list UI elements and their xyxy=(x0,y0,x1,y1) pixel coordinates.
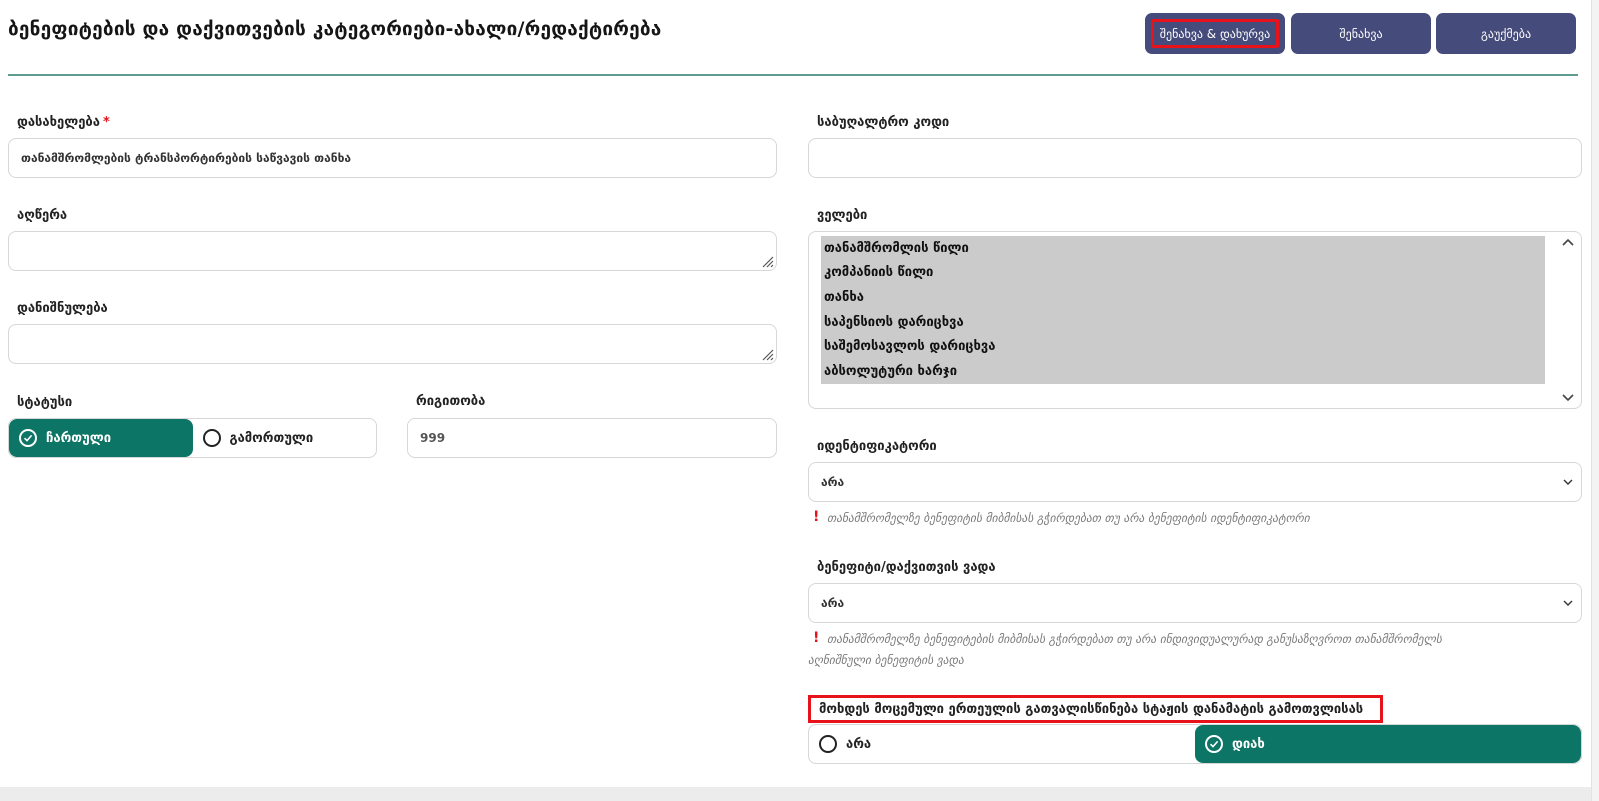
order-label: რიგითობა xyxy=(416,394,486,409)
identifier-hint: თანამშრომელზე ბენეფიტის მიბმისას გჭირდებ… xyxy=(827,511,1310,525)
unit-consideration-toggle: არა დიახ xyxy=(808,724,1582,764)
list-item[interactable]: კომპანიის წილი xyxy=(821,261,1545,286)
identifier-hint-icon: ! xyxy=(813,509,820,525)
resize-grip-icon[interactable] xyxy=(758,345,774,361)
chevron-down-icon[interactable] xyxy=(1561,390,1575,404)
description-textarea[interactable] xyxy=(8,231,777,271)
term-select-value: არა xyxy=(821,596,845,610)
status-option-on-label: ჩართული xyxy=(46,430,112,446)
required-mark: * xyxy=(102,115,110,130)
check-circle-icon xyxy=(19,429,37,447)
name-label: დასახელება * xyxy=(17,115,110,130)
term-label: ბენეფიტი/დაქვითვის ვადა xyxy=(817,560,996,575)
chevron-up-icon[interactable] xyxy=(1561,236,1575,250)
identifier-label: იდენტიფიკატორი xyxy=(817,439,937,454)
term-hint-icon: ! xyxy=(813,630,820,646)
identifier-select[interactable]: არა xyxy=(808,462,1582,502)
term-select[interactable]: არა xyxy=(808,583,1582,623)
order-input[interactable]: 999 xyxy=(407,418,777,458)
save-and-close-button[interactable]: შენახვა & დახურვა xyxy=(1145,13,1285,54)
save-and-close-highlight: შენახვა & დახურვა xyxy=(1151,19,1279,48)
list-item[interactable]: საპენსიოს დარიცხვა xyxy=(821,310,1545,335)
name-input-value: თანამშრომლების ტრანსპორტირების საწვავის … xyxy=(21,151,352,165)
resize-grip-icon[interactable] xyxy=(758,252,774,268)
fields-selected-items: თანამშრომლის წილი კომპანიის წილი თანხა ს… xyxy=(821,236,1545,384)
cancel-button[interactable]: გაუქმება xyxy=(1436,13,1576,54)
page-scrollbar[interactable] xyxy=(1591,0,1599,801)
page-bottom-strip xyxy=(0,787,1599,801)
status-option-on[interactable]: ჩართული xyxy=(9,419,193,457)
accounting-code-input[interactable] xyxy=(808,138,1582,178)
save-button[interactable]: შენახვა xyxy=(1291,13,1431,54)
status-option-off-label: გამორთული xyxy=(229,430,314,446)
list-item[interactable]: საშემოსავლოს დარიცხვა xyxy=(821,334,1545,359)
unit-consideration-option-no-label: არა xyxy=(846,736,872,752)
list-item[interactable]: თანხა xyxy=(821,285,1545,310)
unit-consideration-option-yes[interactable]: დიახ xyxy=(1195,725,1581,763)
fields-label: ველები xyxy=(817,208,868,223)
page-title: ბენეფიტების და დაქვითვების კატეგორიები-ა… xyxy=(8,18,662,40)
term-hint-line2: აღნიშნული ბენეფიტის ვადა xyxy=(808,653,964,667)
status-option-off[interactable]: გამორთული xyxy=(193,419,377,457)
order-input-value: 999 xyxy=(420,431,446,445)
unit-consideration-label: მოხდეს მოცემული ერთეულის გათვალისწინება … xyxy=(808,695,1383,723)
list-item[interactable]: თანამშრომლის წილი xyxy=(821,236,1545,261)
list-item[interactable]: აბსოლუტური ხარჯი xyxy=(821,359,1545,384)
chevron-down-icon xyxy=(1563,600,1573,606)
radio-empty-icon xyxy=(202,429,221,447)
purpose-textarea[interactable] xyxy=(8,324,777,364)
status-toggle: ჩართული გამორთული xyxy=(8,418,377,458)
page: ბენეფიტების და დაქვითვების კატეგორიები-ა… xyxy=(0,0,1599,801)
unit-consideration-option-no[interactable]: არა xyxy=(809,725,1195,763)
accounting-code-label: საბუღალტრო კოდი xyxy=(817,115,950,130)
purpose-label: დანიშნულება xyxy=(17,301,108,316)
fields-listbox[interactable]: თანამშრომლის წილი კომპანიის წილი თანხა ს… xyxy=(808,231,1582,409)
name-label-text: დასახელება xyxy=(17,115,100,130)
radio-empty-icon xyxy=(819,735,837,753)
description-label: აღწერა xyxy=(17,208,68,223)
chevron-down-icon xyxy=(1563,479,1573,485)
check-circle-icon xyxy=(1205,735,1223,753)
unit-consideration-option-yes-label: დიახ xyxy=(1232,736,1265,752)
identifier-select-value: არა xyxy=(821,475,845,489)
save-and-close-label: შენახვა & დახურვა xyxy=(1159,26,1271,41)
status-label: სტატუსი xyxy=(17,395,73,410)
header-divider xyxy=(8,74,1578,76)
name-input[interactable]: თანამშრომლების ტრანსპორტირების საწვავის … xyxy=(8,138,777,178)
term-hint-line1: თანამშრომელზე ბენეფიტების მიბმისას გჭირდ… xyxy=(827,632,1442,646)
